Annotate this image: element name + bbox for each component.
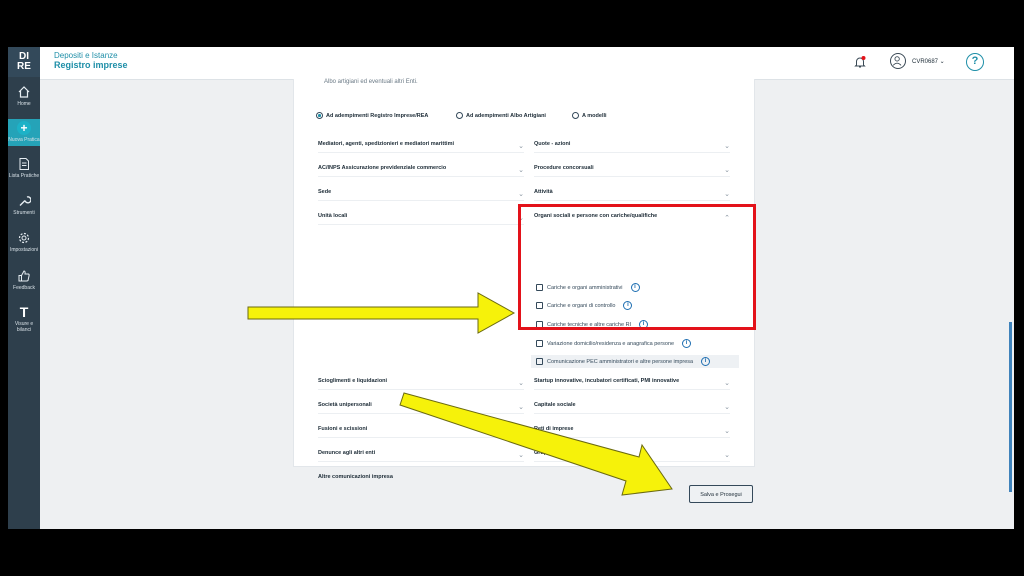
annotation-arrows <box>247 292 673 496</box>
app-screen: DI RE Home + Nuova Pratica Lista Pratich… <box>8 47 1014 529</box>
arrow-right-icon <box>247 292 516 334</box>
arrow-down-right-icon <box>399 392 673 496</box>
